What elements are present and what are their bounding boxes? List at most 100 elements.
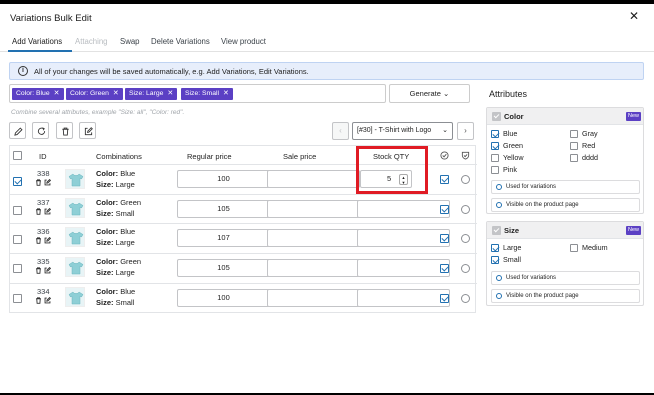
sale-price-input[interactable]	[267, 229, 360, 247]
stock-qty-input[interactable]	[357, 229, 450, 247]
regular-price-input[interactable]: 105	[177, 259, 270, 277]
attribute-value: Small	[115, 209, 135, 218]
refresh-icon	[37, 127, 46, 135]
tab-add-variations[interactable]: Add Variations	[12, 37, 62, 46]
close-icon[interactable]: ✕	[629, 10, 639, 22]
tab-view-product[interactable]: View product	[221, 37, 266, 46]
attribute-value: Small	[115, 298, 135, 307]
edit-icon[interactable]	[44, 297, 51, 304]
term-checkbox[interactable]	[491, 256, 499, 264]
row-select-checkbox[interactable]	[13, 235, 22, 244]
default-radio[interactable]	[461, 205, 470, 214]
term-checkbox[interactable]	[491, 166, 499, 174]
refresh-button[interactable]	[32, 122, 49, 139]
trash-icon[interactable]	[35, 179, 42, 186]
chevron-down-icon: ⌄	[443, 89, 450, 98]
term-checkbox[interactable]	[491, 244, 499, 252]
tshirt-icon	[68, 261, 84, 275]
sale-price-input[interactable]	[267, 200, 360, 218]
attributes-panel-title: Attributes	[489, 89, 528, 99]
variation-id: 336	[37, 227, 50, 236]
row-select-checkbox[interactable]	[13, 264, 22, 273]
tshirt-icon	[68, 231, 84, 245]
used-for-variations-toggle[interactable]: Used for variations	[491, 180, 640, 194]
stock-qty-input[interactable]	[357, 289, 450, 307]
tshirt-icon	[68, 173, 84, 187]
term-checkbox[interactable]	[570, 142, 578, 150]
term-checkbox[interactable]	[491, 130, 499, 138]
next-product-button[interactable]: ›	[457, 122, 474, 140]
enabled-checkbox[interactable]	[440, 264, 449, 273]
tab-swap[interactable]: Swap	[120, 37, 140, 46]
attribute-value: Large	[115, 180, 135, 189]
enabled-checkbox[interactable]	[440, 234, 449, 243]
term-checkbox[interactable]	[570, 154, 578, 162]
delete-button[interactable]	[56, 122, 73, 139]
attribute-name: Size:	[96, 180, 114, 189]
attribute-name: Size	[504, 226, 520, 235]
previous-product-button[interactable]: ‹	[332, 122, 349, 140]
regular-price-input[interactable]: 105	[177, 200, 270, 218]
trash-icon[interactable]	[35, 267, 42, 274]
regular-price-input[interactable]: 100	[177, 170, 270, 188]
visible-on-product-page-toggle[interactable]: Visible on the product page	[491, 289, 640, 303]
visible-on-product-page-toggle[interactable]: Visible on the product page	[491, 198, 640, 212]
chip-remove-icon[interactable]: ✕	[223, 90, 229, 97]
attribute-value: Green	[120, 198, 142, 207]
row-select-checkbox[interactable]	[13, 177, 22, 186]
used-for-variations-label: Used for variations	[506, 184, 557, 190]
stock-qty-input[interactable]	[357, 200, 450, 218]
attribute-combination-input[interactable]: Color: Blue ✕ Color: Green ✕ Size: Large ✕ …	[9, 84, 386, 103]
regular-price-input[interactable]: 107	[177, 229, 270, 247]
chip-label: Color: Blue	[16, 90, 50, 97]
edit-icon[interactable]	[44, 267, 51, 274]
term-label: Small	[503, 255, 521, 264]
product-select[interactable]: [#30] - T-Shirt with Logo ⌄	[352, 122, 453, 140]
edit-icon[interactable]	[44, 237, 51, 244]
sale-price-input[interactable]	[267, 170, 360, 188]
enabled-checkbox[interactable]	[440, 294, 449, 303]
chip-label: Size: Large	[129, 90, 164, 97]
term-label: Medium	[582, 243, 608, 252]
default-radio[interactable]	[461, 175, 470, 184]
edit-icon[interactable]	[44, 208, 51, 215]
regular-price-input[interactable]: 100	[177, 289, 270, 307]
chip-remove-icon[interactable]: ✕	[167, 90, 173, 97]
row-select-checkbox[interactable]	[13, 206, 22, 215]
sale-price-input[interactable]	[267, 259, 360, 277]
used-for-variations-toggle[interactable]: Used for variations	[491, 271, 640, 285]
attribute-value: Large	[115, 268, 135, 277]
stock-qty-input[interactable]	[357, 259, 450, 277]
term-checkbox[interactable]	[570, 130, 578, 138]
chip-remove-icon[interactable]: ✕	[54, 90, 60, 97]
product-thumbnail	[65, 227, 85, 247]
term-checkbox[interactable]	[570, 244, 578, 252]
new-term-button[interactable]: New	[626, 226, 642, 235]
term-checkbox[interactable]	[491, 154, 499, 162]
attribute-toggle-checkbox[interactable]	[492, 112, 501, 121]
new-term-button[interactable]: New	[626, 112, 642, 121]
pencil-button[interactable]	[9, 122, 26, 139]
attribute-toggle-checkbox[interactable]	[492, 226, 501, 235]
bulk-edit-button[interactable]	[79, 122, 96, 139]
default-radio[interactable]	[461, 294, 470, 303]
row-select-checkbox[interactable]	[13, 294, 22, 303]
edit-icon[interactable]	[44, 179, 51, 186]
tab-delete-variations[interactable]: Delete Variations	[151, 37, 210, 46]
default-radio[interactable]	[461, 234, 470, 243]
term-checkbox[interactable]	[491, 142, 499, 150]
sale-price-input[interactable]	[267, 289, 360, 307]
generate-button[interactable]: Generate ⌄	[389, 84, 470, 103]
enabled-checkbox[interactable]	[440, 175, 449, 184]
trash-icon[interactable]	[35, 297, 42, 304]
select-all-checkbox[interactable]	[13, 151, 22, 160]
trash-icon[interactable]	[35, 237, 42, 244]
term-label: Large	[503, 243, 522, 252]
product-thumbnail	[65, 287, 85, 307]
chip-remove-icon[interactable]: ✕	[113, 90, 119, 97]
default-radio[interactable]	[461, 264, 470, 273]
variation-id: 338	[37, 169, 50, 178]
check-circle-icon	[496, 184, 502, 190]
trash-icon[interactable]	[35, 208, 42, 215]
enabled-checkbox[interactable]	[440, 205, 449, 214]
